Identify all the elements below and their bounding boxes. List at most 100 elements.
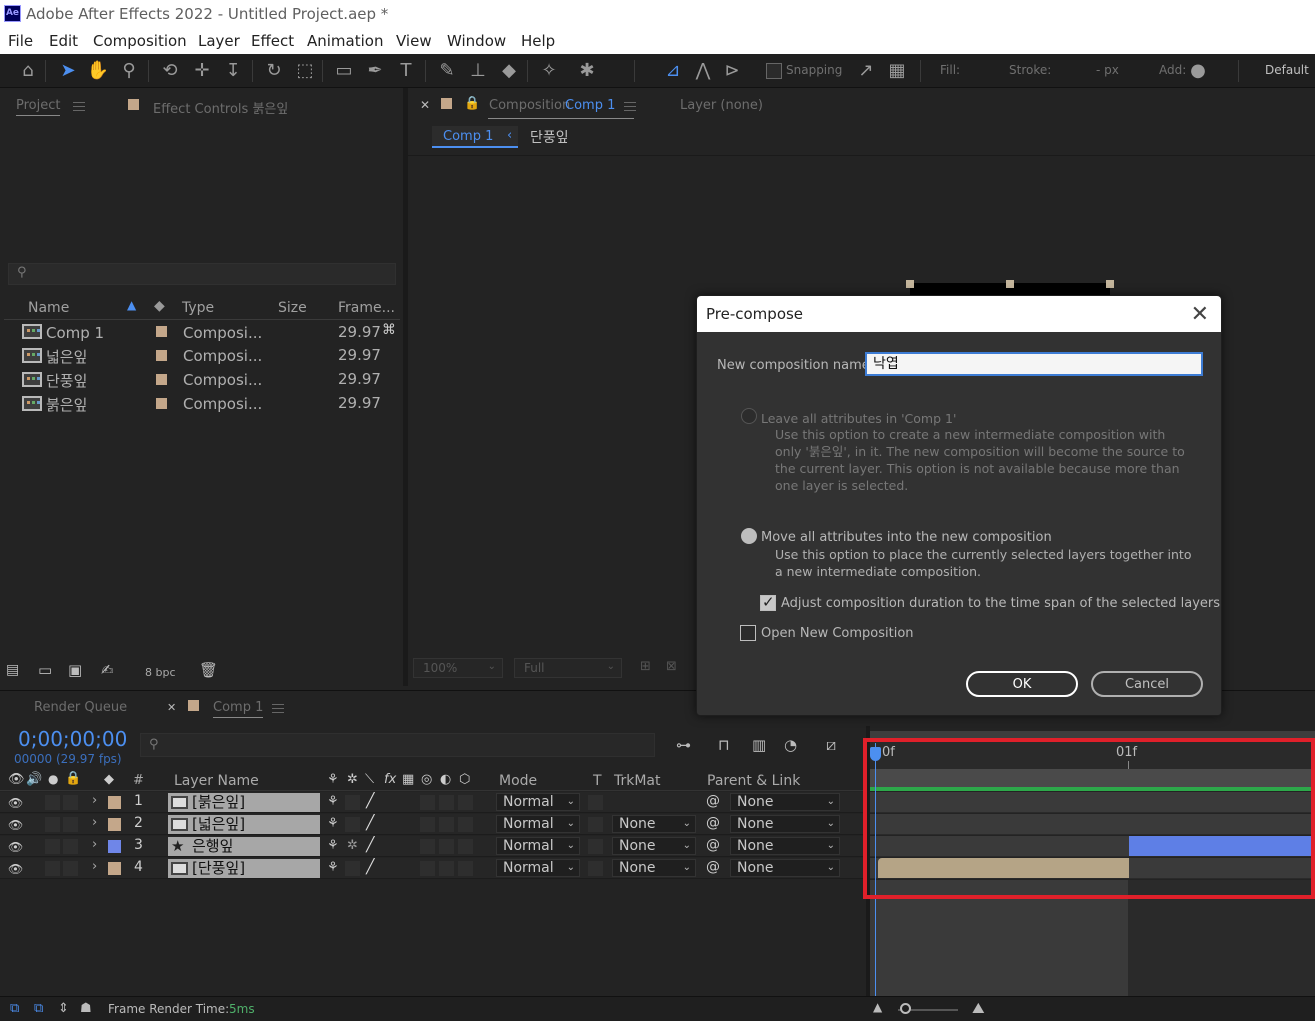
timeline-search-input[interactable]: ⚲	[140, 733, 655, 757]
column-t[interactable]: T	[593, 773, 602, 789]
menu-window[interactable]: Window	[447, 32, 506, 50]
rotation-tool-icon[interactable]: ↻	[262, 59, 286, 83]
transfer-controls-icon[interactable]: ⧉	[34, 1001, 43, 1016]
transparency-grid-icon[interactable]: ⊠	[666, 659, 677, 674]
tab-composition-label[interactable]: Composition	[489, 98, 570, 113]
draft-3d-icon[interactable]: ⊓	[718, 736, 730, 754]
hand-tool-icon[interactable]: ✋	[86, 59, 110, 83]
frame-blending-icon[interactable]: ▥	[752, 736, 766, 754]
column-parent[interactable]: Parent & Link	[707, 773, 800, 789]
pen-tool-icon[interactable]: ✒	[363, 59, 387, 83]
3d-switch-icon[interactable]: ⬡	[459, 772, 470, 787]
column-name[interactable]: Name	[28, 300, 69, 316]
zoom-in-icon[interactable]: ⛰	[972, 999, 985, 1017]
zoom-slider-thumb[interactable]	[900, 1003, 911, 1014]
column-mode[interactable]: Mode	[499, 773, 537, 789]
close-tab-icon[interactable]: ✕	[420, 98, 430, 112]
label-tag-icon[interactable]: ◆	[104, 772, 114, 787]
mode-select[interactable]: Normal ⌄	[496, 837, 580, 855]
trash-icon[interactable]: 🗑	[199, 661, 218, 679]
add-property-icon[interactable]: ●	[1186, 59, 1210, 83]
layer-row-1[interactable]: 👁 › 1 [붉은잎] ⚘ ╱ Normal ⌄ @ None ⌄	[0, 792, 868, 813]
lock-switch-icon[interactable]: 🔒	[65, 771, 81, 786]
motion-blur-switch-icon[interactable]: ◎	[421, 772, 432, 787]
parent-select[interactable]: None ⌄	[730, 837, 840, 855]
comp-flowchart-icon[interactable]: ⊶	[676, 736, 691, 754]
eye-icon[interactable]: 👁	[8, 862, 23, 876]
mode-select[interactable]: Normal ⌄	[496, 815, 580, 833]
layer-label-swatch[interactable]	[108, 818, 121, 831]
move-attributes-radio[interactable]	[741, 528, 757, 544]
menu-view[interactable]: View	[396, 32, 432, 50]
quality-line-icon[interactable]: ╱	[366, 815, 374, 831]
layer-name[interactable]: [단풍잎]	[168, 859, 320, 878]
menu-animation[interactable]: Animation	[307, 32, 383, 50]
view-axis-icon[interactable]: ⊳	[720, 59, 744, 83]
render-time-icon[interactable]: ☗	[80, 1001, 92, 1016]
selection-tool-icon[interactable]: ➤	[56, 59, 80, 83]
eye-icon[interactable]: 👁	[8, 818, 23, 832]
solo-switch-icon[interactable]: ●	[48, 772, 58, 786]
lock-icon[interactable]: 🔒	[464, 96, 480, 111]
layer-row-2[interactable]: 👁 › 2 [넓은잎] ⚘ ╱ Normal ⌄ None ⌄ @ None ⌄	[0, 814, 868, 835]
mode-select[interactable]: Normal ⌄	[496, 859, 580, 877]
quality-line-icon[interactable]: ╱	[366, 859, 374, 875]
world-axis-icon[interactable]: ⋀	[691, 59, 715, 83]
chevron-right-icon[interactable]: ›	[92, 859, 97, 874]
layer-row-4[interactable]: 👁 › 4 [단풍잎] ⚘ ╱ Normal ⌄ None ⌄ @ None ⌄	[0, 858, 868, 879]
flowchart-icon[interactable]: ⌘	[382, 322, 396, 338]
new-composition-icon[interactable]: ▣	[68, 661, 82, 679]
menu-effect[interactable]: Effect	[251, 32, 294, 50]
snapping-checkbox[interactable]	[766, 63, 782, 79]
tab-effect-controls[interactable]: Effect Controls 붉은잎	[153, 98, 288, 117]
close-icon[interactable]: ✕	[1191, 302, 1209, 327]
layer-label-swatch[interactable]	[108, 862, 121, 875]
shy-switch-icon[interactable]: ⚘	[327, 860, 339, 875]
parent-select[interactable]: None ⌄	[730, 793, 840, 811]
interpret-footage-icon[interactable]: ▤	[6, 662, 19, 678]
open-new-comp-checkbox[interactable]	[740, 625, 756, 641]
timeline-menu-icon[interactable]	[272, 704, 284, 713]
column-layer-name[interactable]: Layer Name	[174, 773, 259, 789]
shy-switch-icon[interactable]: ⚘	[327, 838, 339, 853]
column-number[interactable]: #	[133, 773, 144, 788]
eraser-tool-icon[interactable]: ◆	[497, 59, 521, 83]
in-out-icon[interactable]: ⇕	[58, 1001, 69, 1016]
snap-grid-icon[interactable]: ▦	[885, 59, 909, 83]
local-axis-icon[interactable]: ⊿	[661, 59, 685, 83]
current-timecode[interactable]: 0;00;00;00	[18, 727, 127, 751]
project-menu-icon[interactable]	[73, 102, 85, 111]
layer-name[interactable]: [넓은잎]	[168, 815, 320, 834]
trkmat-select[interactable]: None ⌄	[612, 815, 696, 833]
menu-composition[interactable]: Composition	[93, 32, 187, 50]
rectangle-tool-icon[interactable]: ▭	[332, 59, 356, 83]
project-item[interactable]: 넓은잎 Composi... 29.97	[4, 345, 400, 369]
fx-switch-icon[interactable]: fx	[384, 772, 396, 787]
pick-whip-icon[interactable]: @	[706, 793, 720, 809]
graph-editor-icon[interactable]: ⧄	[826, 735, 836, 755]
project-item[interactable]: 단풍잎 Composi... 29.97	[4, 369, 400, 393]
quality-switch-icon[interactable]: ⟍	[365, 772, 374, 787]
video-switch-icon[interactable]: 👁	[8, 772, 25, 787]
breadcrumb-comp1[interactable]: Comp 1 ‹	[432, 126, 518, 148]
snap-edges-icon[interactable]: ↗	[854, 59, 878, 83]
pick-whip-icon[interactable]: @	[706, 815, 720, 831]
tab-layer[interactable]: Layer (none)	[680, 98, 763, 113]
chevron-right-icon[interactable]: ›	[92, 793, 97, 808]
column-type[interactable]: Type	[182, 300, 214, 316]
project-item[interactable]: Comp 1 Composi... 29.97 ⌘	[4, 321, 400, 345]
tab-composition-name[interactable]: Comp 1	[565, 98, 615, 113]
adjust-project-settings-icon[interactable]: ✍	[101, 661, 114, 679]
shy-switch-icon[interactable]: ⚘	[327, 772, 339, 787]
motion-blur-icon[interactable]: ◔	[784, 736, 797, 754]
home-icon[interactable]: ⌂	[16, 59, 40, 83]
tab-project[interactable]: Project	[16, 98, 61, 116]
menu-help[interactable]: Help	[521, 32, 555, 50]
pick-whip-icon[interactable]: @	[706, 837, 720, 853]
layer-name[interactable]: ★ 은행잎	[168, 837, 320, 856]
quality-line-icon[interactable]: ╱	[366, 837, 374, 853]
adjust-duration-checkbox[interactable]	[760, 593, 776, 611]
menu-layer[interactable]: Layer	[198, 32, 240, 50]
column-size[interactable]: Size	[278, 300, 307, 316]
transform-handle[interactable]	[1106, 280, 1114, 288]
